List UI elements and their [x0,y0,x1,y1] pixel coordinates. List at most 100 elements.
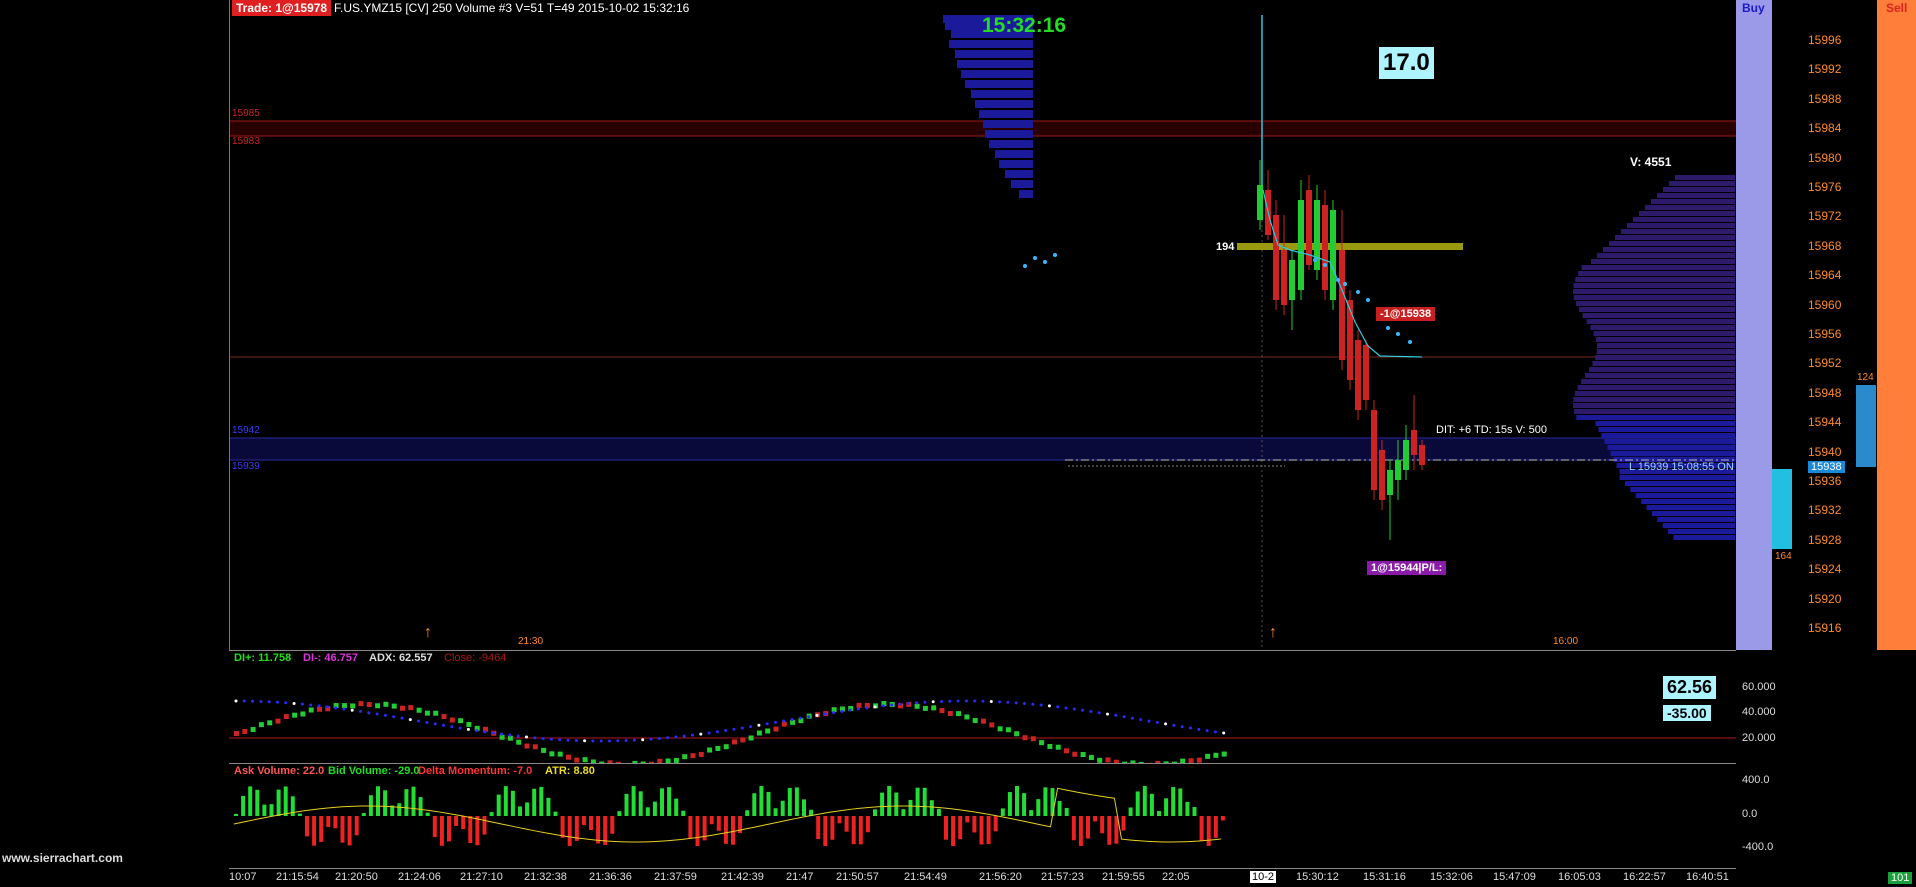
adx-dot [1189,726,1192,730]
adx-dot [433,722,437,726]
trade-badge[interactable]: Trade: 1@15978 [232,0,332,16]
profile-bar [1639,211,1735,216]
volume-bar [596,816,601,844]
ladder-bar [1772,469,1792,549]
volume-bar [1015,786,1019,816]
volume-bar [887,786,892,816]
time-marker-1: 21:30 [518,636,544,647]
volume-bar [1213,816,1218,838]
volume-bar [1135,791,1140,816]
price-tick: 15972 [1808,209,1842,224]
adx-dot [823,712,827,716]
adx-bar [308,707,314,713]
profile-bar [1595,421,1735,426]
sell-label[interactable]: Sell [1886,1,1907,15]
adx-bar [1105,757,1111,763]
profile-bar [1641,499,1735,504]
price-tick: 15916 [1808,621,1842,635]
adx-dot [1047,704,1051,708]
profile-bar [1615,235,1735,240]
main-chart[interactable]: ↑ ↑ Trade: 1@15978 F.US.YMZ15 [CV] 250 V… [229,0,1737,650]
volume-bar [234,814,238,816]
candle-body [1363,345,1369,400]
profile-bar [1578,307,1735,312]
adx-dot [475,729,479,733]
svg-text:↑: ↑ [424,624,432,641]
volume-bar [936,808,941,816]
profile-bar [1574,391,1735,396]
volume-bar [823,816,828,846]
adx-dot [1172,723,1176,727]
signal-dot [1356,290,1360,294]
adx-dot [774,720,777,724]
adx-bar [1030,736,1036,742]
adx-dot [334,706,338,710]
ask-volume-label: Ask Volume: 22.0 [234,765,325,777]
adx-dot [234,699,238,703]
adx-bar [1039,740,1045,746]
volume-bar [518,806,522,816]
adx-marks [234,699,1227,763]
volume-bar [723,816,728,844]
volume-bar [780,800,785,816]
adx-dot [732,727,736,731]
volume-bar [241,795,246,816]
adx-dot [616,739,620,743]
adx-dot [1213,730,1217,734]
adx-dot [300,702,304,706]
signal-dot [1053,253,1057,257]
adx-bar [549,751,555,757]
adx-dot [1180,725,1184,729]
adx-bar [740,737,746,743]
candle-body [1379,450,1385,500]
volume-bar [979,816,984,845]
adx-bar [939,708,945,714]
buy-label[interactable]: Buy [1742,1,1765,15]
profile-bar [1597,253,1735,258]
adx-dot [1106,712,1109,716]
buy-column[interactable]: Buy [1736,0,1772,650]
atr-label: ATR: 8.80 [545,765,595,777]
current-price-badge: 15938 [1808,461,1845,473]
adx-axis-1: 60.000 [1742,681,1776,693]
watermark: www.sierrachart.com [2,851,123,865]
sell-column[interactable]: Sell [1877,0,1916,650]
adx-bar [242,729,248,735]
svg-text:↑: ↑ [1269,624,1277,641]
di-minus-label: DI-: 46.757 [303,652,359,664]
profile-bar [1596,343,1735,348]
volume-panel[interactable]: Ask Volume: 22.0 Bid Volume: -29.0 Delta… [229,764,1736,868]
profile-bar [1573,289,1735,294]
adx-bar [1005,727,1011,733]
volume-bar [1086,816,1090,839]
profile-bar [965,80,1033,88]
volume-bar [574,816,579,841]
adx-dot [558,738,562,742]
candles [1257,160,1425,540]
volume-bar [766,791,771,816]
adx-bar [292,712,298,718]
adx-bar [781,721,787,727]
volume-bar [794,787,799,816]
volume-bar [376,786,380,816]
price-tick: 15936 [1808,474,1842,488]
adx-dot [425,720,429,724]
adx-bar [350,703,356,709]
price-tick: 15920 [1808,591,1842,606]
volume-bar [248,786,253,816]
adx-dot [383,713,387,717]
adx-dot [1023,701,1026,705]
adx-panel[interactable]: DI+: 11.758 DI-: 46.757 ADX: 62.557 Clos… [229,651,1736,763]
volume-bar [354,816,359,836]
position-badge[interactable]: 1@15944|P/L: [1367,561,1447,575]
profile-bar [1607,445,1735,450]
di-plus-label: DI+: 11.758 [234,652,292,664]
sell-order-badge[interactable]: -1@15938 [1376,307,1436,321]
volume-bar [546,797,551,816]
time-tick: 21:57:23 [1041,871,1084,883]
adx-bar [1088,755,1094,761]
profile-bar [1592,361,1735,366]
adx-dot [608,739,611,743]
profile-bar [983,120,1033,128]
adx-dot [1222,731,1226,735]
